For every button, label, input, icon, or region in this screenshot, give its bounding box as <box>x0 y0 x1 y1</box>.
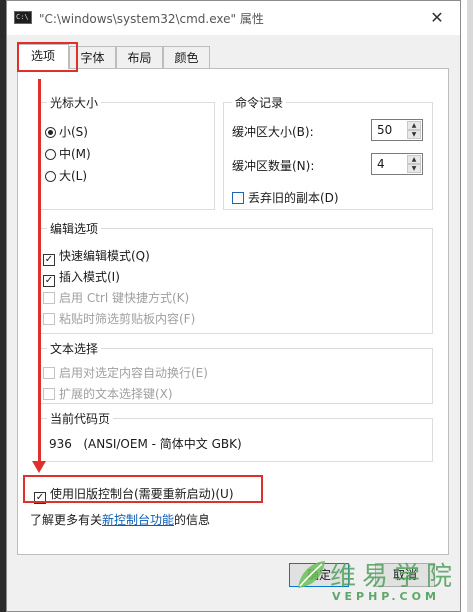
buffer-size-label: 缓冲区大小(B): <box>232 125 314 139</box>
learn-more-suffix: 的信息 <box>174 513 211 527</box>
checkbox-label: 快速编辑模式(Q) <box>59 249 150 263</box>
learn-more-prefix: 了解更多有关 <box>30 513 103 527</box>
checkbox-label: 启用对选定内容自动换行(E) <box>59 366 208 380</box>
checkbox-label: 粘贴时筛选剪贴板内容(F) <box>59 312 196 326</box>
checkbox-label: 丢弃旧的副本(D) <box>248 191 339 205</box>
edit-options-group: 编辑选项 ✓ 快速编辑模式(Q) ✓ 插入模式(I) 启用 Ctrl 键快捷方式(K… <box>38 220 433 334</box>
radio-label: 中(M) <box>59 147 91 161</box>
cursor-size-title: 光标大小 <box>47 94 102 111</box>
checkbox-box: ✓ <box>43 254 55 266</box>
checkbox-label: 插入模式(I) <box>59 270 120 284</box>
tab-colors[interactable]: 颜色 <box>163 46 210 68</box>
spin-down-icon[interactable]: ▼ <box>407 130 421 139</box>
close-icon: ✕ <box>430 8 444 27</box>
background-strip-right <box>467 0 473 612</box>
title-bar: C:\ "C:\windows\system32\cmd.exe" 属性 ✕ <box>7 1 460 35</box>
properties-dialog: C:\ "C:\windows\system32\cmd.exe" 属性 ✕ 选… <box>6 0 461 612</box>
checkbox-label: 启用 Ctrl 键快捷方式(K) <box>59 291 190 305</box>
checkbox-label: 扩展的文本选择键(X) <box>59 387 173 401</box>
radio-dot <box>45 171 56 182</box>
radio-cursor-small[interactable]: 小(S) <box>45 123 88 140</box>
radio-cursor-large[interactable]: 大(L) <box>45 167 87 184</box>
spin-up-icon[interactable]: ▲ <box>407 121 421 130</box>
cancel-button[interactable]: 取消 <box>375 563 435 587</box>
checkbox-box <box>43 388 55 400</box>
close-button[interactable]: ✕ <box>426 7 448 29</box>
spin-up-icon[interactable]: ▲ <box>407 155 421 164</box>
radio-label: 大(L) <box>59 169 88 183</box>
tab-layout[interactable]: 布局 <box>116 46 163 68</box>
ok-button[interactable]: 确定 <box>289 563 349 587</box>
discard-duplicates-checkbox[interactable]: 丢弃旧的副本(D) <box>232 189 339 206</box>
checkbox-box <box>43 313 55 325</box>
buffer-size-spinner[interactable]: 50 ▲ ▼ <box>371 119 423 141</box>
buffer-count-value: 4 <box>377 157 385 171</box>
codepage-group: 当前代码页 936 (ANSI/OEM - 简体中文 GBK) <box>38 410 433 462</box>
radio-dot <box>45 149 56 160</box>
codepage-value: 936 (ANSI/OEM - 简体中文 GBK) <box>49 437 242 451</box>
window-title: "C:\windows\system32\cmd.exe" 属性 <box>39 12 264 26</box>
checkbox-box: ✓ <box>43 275 55 287</box>
learn-more-text: 了解更多有关新控制台功能的信息 <box>30 511 210 528</box>
checkbox-box <box>43 292 55 304</box>
text-selection-group: 文本选择 启用对选定内容自动换行(E) 扩展的文本选择键(X) <box>38 340 433 404</box>
checkbox-box <box>43 367 55 379</box>
codepage-title: 当前代码页 <box>47 410 114 427</box>
edit-options-title: 编辑选项 <box>47 220 102 237</box>
annotation-box-legacy <box>23 475 263 503</box>
command-history-group: 命令记录 缓冲区大小(B): 50 ▲ ▼ 缓冲区数量(N): 4 ▲ ▼ 丢弃旧的… <box>223 94 433 210</box>
buffer-count-spinner[interactable]: 4 ▲ ▼ <box>371 153 423 175</box>
buffer-count-label: 缓冲区数量(N): <box>232 159 315 173</box>
line-wrap-selection-checkbox[interactable]: 启用对选定内容自动换行(E) <box>43 364 208 381</box>
console-icon: C:\ <box>14 11 32 24</box>
annotation-arrow-line <box>38 79 41 464</box>
quick-edit-checkbox[interactable]: ✓ 快速编辑模式(Q) <box>43 247 150 266</box>
extended-selection-keys-checkbox[interactable]: 扩展的文本选择键(X) <box>43 385 173 402</box>
radio-dot <box>45 127 56 138</box>
insert-mode-checkbox[interactable]: ✓ 插入模式(I) <box>43 268 120 287</box>
spin-down-icon[interactable]: ▼ <box>407 164 421 173</box>
checkbox-box <box>232 192 244 204</box>
text-selection-title: 文本选择 <box>47 340 102 357</box>
radio-cursor-medium[interactable]: 中(M) <box>45 145 91 162</box>
new-console-features-link[interactable]: 新控制台功能 <box>102 513 174 527</box>
cursor-size-group: 光标大小 小(S) 中(M) 大(L) <box>38 94 215 210</box>
annotation-arrow-head-icon <box>32 461 46 473</box>
annotation-box-tab <box>17 42 78 72</box>
ctrl-shortcuts-checkbox[interactable]: 启用 Ctrl 键快捷方式(K) <box>43 289 189 306</box>
command-history-title: 命令记录 <box>232 94 287 111</box>
radio-label: 小(S) <box>59 125 88 139</box>
filter-paste-checkbox[interactable]: 粘贴时筛选剪贴板内容(F) <box>43 310 195 327</box>
buffer-size-value: 50 <box>377 123 393 137</box>
